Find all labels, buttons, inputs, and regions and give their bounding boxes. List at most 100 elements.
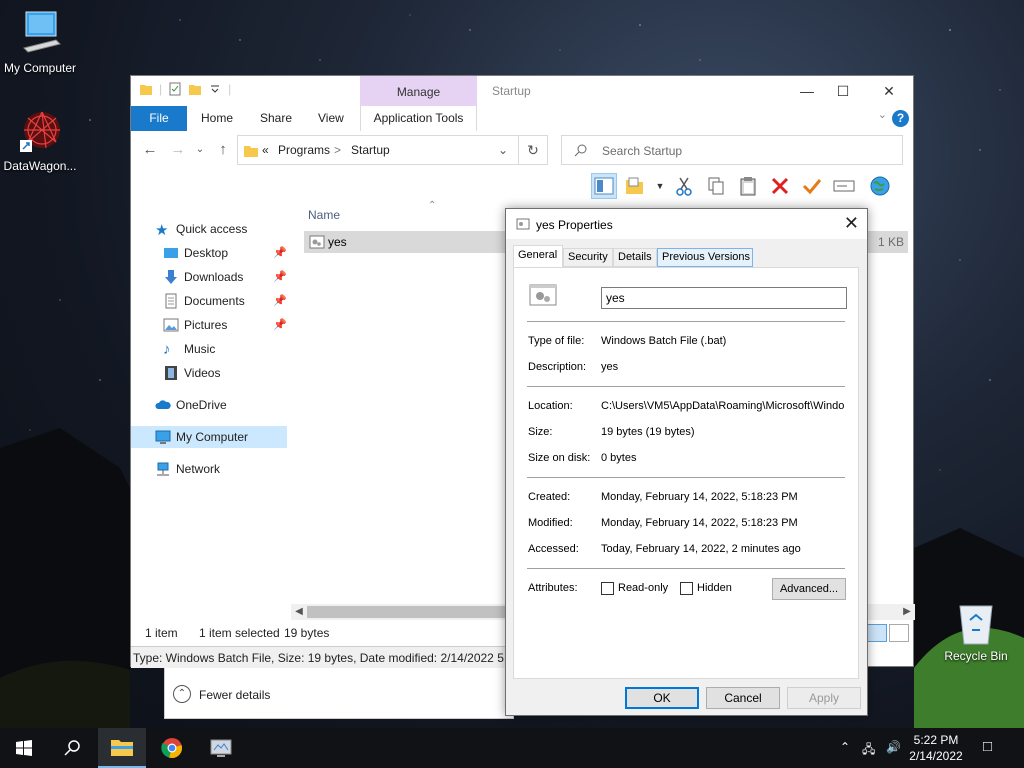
system-clock[interactable]: 5:22 PM 2/14/2022: [906, 732, 966, 764]
navigation-pane: ★ Quick access Desktop 📌 Downloads 📌 Doc…: [131, 208, 291, 618]
monitor-icon: [23, 11, 61, 53]
breadcrumb-startup[interactable]: Startup: [351, 143, 390, 157]
details-view-icon[interactable]: [867, 624, 887, 642]
tab-general[interactable]: General: [513, 245, 563, 267]
fewer-details-link[interactable]: Fewer details: [199, 688, 270, 702]
nav-item-videos[interactable]: Videos: [131, 362, 287, 384]
nav-item-quick-access[interactable]: ★ Quick access: [131, 218, 287, 240]
tab-application-tools[interactable]: Application Tools: [360, 106, 477, 131]
tab-home[interactable]: Home: [187, 106, 247, 131]
breadcrumb-programs[interactable]: Programs: [278, 143, 330, 157]
paste-icon[interactable]: [735, 173, 761, 199]
folder-options-dropdown-icon[interactable]: ▼: [655, 173, 665, 199]
refresh-icon[interactable]: ↻: [519, 135, 548, 165]
scroll-right-arrow-icon[interactable]: ▶: [899, 604, 915, 620]
search-box[interactable]: Search Startup: [561, 135, 903, 165]
folder-options-icon[interactable]: [623, 173, 649, 199]
nav-item-label: Desktop: [184, 246, 229, 260]
nav-item-label: Downloads: [184, 270, 244, 284]
copy-icon[interactable]: [703, 173, 729, 199]
nav-item-music[interactable]: ♪ Music: [131, 338, 287, 360]
properties-check-icon[interactable]: [168, 82, 182, 96]
general-tab-panel: yes Type of file: Windows Batch File (.b…: [513, 267, 859, 679]
minimize-button[interactable]: —: [797, 81, 817, 101]
taskbar-file-explorer[interactable]: [98, 728, 146, 768]
cut-icon[interactable]: [671, 173, 697, 199]
advanced-button[interactable]: Advanced...: [772, 578, 846, 600]
size-value: 19 bytes (19 bytes): [601, 426, 695, 438]
chevron-up-icon[interactable]: ⌃: [173, 685, 191, 703]
large-icons-view-icon[interactable]: [889, 624, 909, 642]
datawagon-app-icon: [20, 111, 60, 152]
close-icon[interactable]: ✕: [844, 213, 859, 234]
delete-icon[interactable]: [767, 173, 793, 199]
preview-pane-icon[interactable]: [591, 173, 617, 199]
quick-access-toolbar: | |: [139, 82, 231, 96]
tab-security[interactable]: Security: [563, 248, 613, 267]
recent-locations-chevron-icon[interactable]: ⌄: [191, 141, 209, 159]
nav-item-my-computer[interactable]: My Computer: [131, 426, 287, 448]
apply-button[interactable]: Apply: [787, 687, 861, 709]
taskbar-search-button[interactable]: [48, 728, 96, 768]
tab-previous-versions[interactable]: Previous Versions: [657, 248, 753, 267]
taskbar-chrome[interactable]: [148, 728, 196, 768]
pictures-icon: [163, 318, 179, 332]
location-value: C:\Users\VM5\AppData\Roaming\Microsoft\W…: [601, 400, 845, 412]
network-status-icon[interactable]: 🖧: [862, 740, 875, 761]
breadcrumb-overflow[interactable]: «: [262, 143, 269, 157]
readonly-checkbox[interactable]: [601, 582, 614, 595]
download-arrow-icon: [165, 270, 177, 284]
start-button[interactable]: [0, 728, 48, 768]
nav-item-label: Quick access: [176, 222, 248, 236]
help-icon[interactable]: ?: [892, 110, 909, 127]
tab-share[interactable]: Share: [246, 106, 306, 131]
nav-item-downloads[interactable]: Downloads 📌: [131, 266, 287, 288]
address-dropdown-icon[interactable]: ⌄: [498, 143, 508, 157]
nav-item-onedrive[interactable]: OneDrive: [131, 394, 287, 416]
file-name-field[interactable]: yes: [601, 287, 847, 309]
globe-icon[interactable]: [867, 173, 893, 199]
accessed-label: Accessed:: [528, 543, 579, 555]
status-selected: 1 item selected: [199, 626, 280, 640]
up-arrow-icon[interactable]: ↑: [214, 141, 232, 159]
close-button[interactable]: ✕: [879, 81, 899, 101]
tab-file[interactable]: File: [131, 106, 187, 131]
volume-icon[interactable]: 🔊: [886, 740, 901, 754]
action-center-notification-icon[interactable]: □: [983, 738, 992, 755]
rename-icon[interactable]: [831, 173, 857, 199]
size-on-disk-label: Size on disk:: [528, 452, 591, 464]
tab-view[interactable]: View: [304, 106, 358, 131]
hidden-checkbox[interactable]: [680, 582, 693, 595]
desktop-icon-label: DataWagon...: [3, 159, 77, 173]
checkmark-icon[interactable]: [799, 173, 825, 199]
maximize-button[interactable]: ☐: [833, 81, 853, 101]
collapse-ribbon-icon[interactable]: ⌄: [878, 108, 887, 121]
forward-arrow-icon[interactable]: →: [169, 141, 187, 159]
title-bar: | | Manage Startup — ☐ ✕: [131, 76, 913, 131]
cancel-button[interactable]: Cancel: [706, 687, 780, 709]
new-folder-icon[interactable]: [188, 82, 202, 96]
desktop-icon-recycle-bin[interactable]: Recycle Bin: [940, 600, 1012, 663]
show-hidden-icons-chevron-icon[interactable]: ⌃: [840, 740, 850, 754]
taskbar-datawagon[interactable]: [197, 728, 245, 768]
nav-item-pictures[interactable]: Pictures 📌: [131, 314, 287, 336]
nav-item-documents[interactable]: Documents 📌: [131, 290, 287, 312]
folder-icon[interactable]: [139, 82, 153, 96]
column-header-name[interactable]: Name: [308, 208, 340, 222]
nav-item-desktop[interactable]: Desktop 📌: [131, 242, 287, 264]
address-bar[interactable]: « Programs > Startup ⌄: [237, 135, 519, 165]
tab-details[interactable]: Details: [613, 248, 657, 267]
customize-toolbar-icon[interactable]: [208, 82, 222, 96]
custom-toolbar: ▼: [591, 172, 893, 200]
size-label: Size:: [528, 426, 553, 438]
divider: [527, 568, 845, 569]
document-icon: [165, 293, 177, 309]
scroll-left-arrow-icon[interactable]: ◀: [291, 604, 307, 620]
ok-button[interactable]: OK: [625, 687, 699, 709]
nav-item-network[interactable]: Network: [131, 458, 287, 480]
desktop-icon-datawagon[interactable]: DataWagon...: [0, 106, 80, 173]
type-value: Windows Batch File (.bat): [601, 335, 727, 347]
pin-icon: 📌: [273, 271, 287, 283]
desktop-icon-my-computer[interactable]: My Computer: [0, 8, 80, 75]
back-arrow-icon[interactable]: ←: [141, 141, 159, 159]
